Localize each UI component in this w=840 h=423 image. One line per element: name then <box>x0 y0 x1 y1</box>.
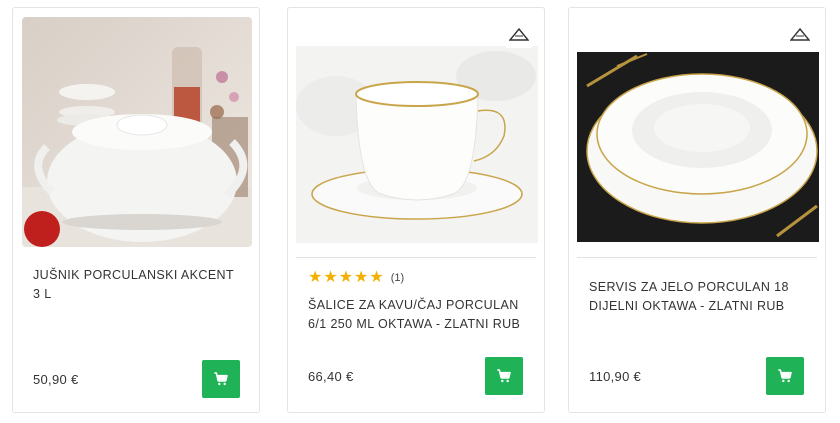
product-title[interactable]: SERVIS ZA JELO PORCULAN 18 DIJELNI OKTAW… <box>589 278 805 316</box>
product-price: 66,40 € <box>308 369 354 384</box>
product-image[interactable] <box>22 17 252 247</box>
star-icon: ★ <box>369 269 384 286</box>
product-rating: ★ ★ ★ ★ ★ (1) <box>308 270 404 286</box>
add-to-cart-button[interactable] <box>485 357 523 395</box>
product-price: 110,90 € <box>589 369 642 384</box>
shopping-cart-icon <box>497 369 511 383</box>
rating-count: (1) <box>390 272 405 284</box>
product-price: 50,90 € <box>33 372 79 387</box>
star-icon: ★ <box>323 269 338 286</box>
brand-logo <box>787 22 813 48</box>
product-card: ★ ★ ★ ★ ★ (1) ŠALICE ZA KAVU/ČAJ PORCULA… <box>287 7 545 413</box>
star-icon: ★ <box>354 269 369 286</box>
product-image[interactable] <box>296 16 538 258</box>
add-to-cart-button[interactable] <box>766 357 804 395</box>
shopping-cart-icon <box>778 369 792 383</box>
add-to-cart-button[interactable] <box>202 360 240 398</box>
divider <box>296 257 536 258</box>
star-icon: ★ <box>308 269 323 286</box>
brand-logo <box>506 22 532 48</box>
shopping-cart-icon <box>214 372 228 386</box>
product-card: SERVIS ZA JELO PORCULAN 18 DIJELNI OKTAW… <box>568 7 826 413</box>
star-icon: ★ <box>338 269 354 286</box>
product-card: JUŠNIK PORCULANSKI AKCENT 3 L 50,90 € <box>12 7 260 413</box>
product-title[interactable]: ŠALICE ZA KAVU/ČAJ PORCULAN 6/1 250 ML O… <box>308 296 524 334</box>
product-image[interactable] <box>577 16 819 258</box>
divider <box>577 257 817 258</box>
product-title[interactable]: JUŠNIK PORCULANSKI AKCENT 3 L <box>33 266 239 304</box>
